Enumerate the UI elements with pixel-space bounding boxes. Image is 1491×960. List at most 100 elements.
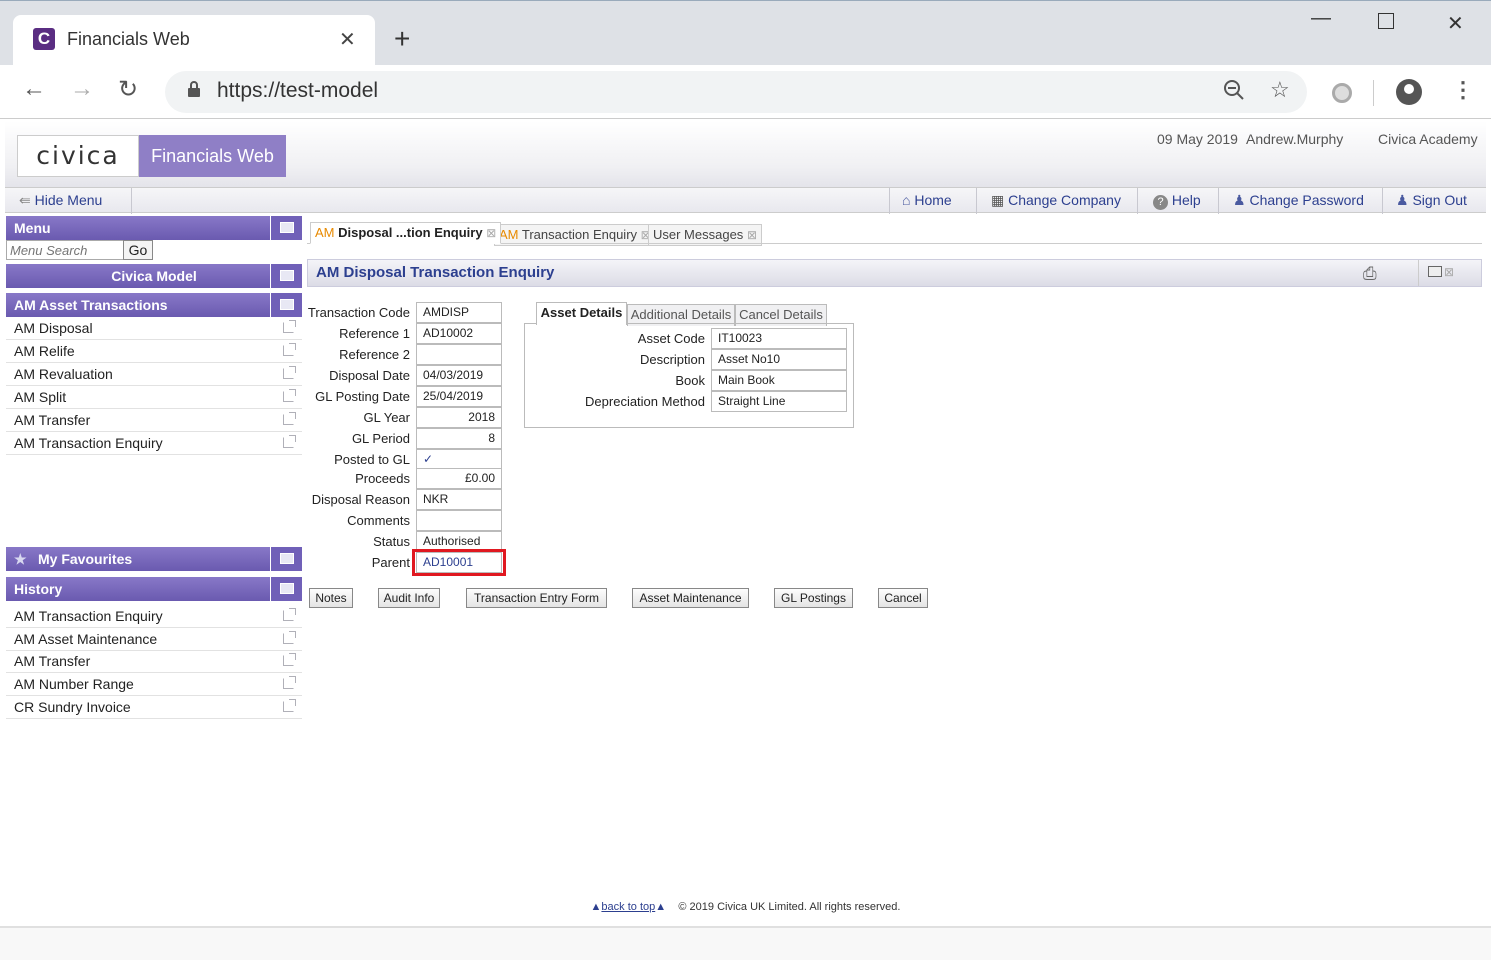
app-header: civica Financials Web 09 May 2019 Andrew…: [5, 121, 1486, 187]
home-button[interactable]: ⌂ Home: [902, 192, 952, 208]
history-item[interactable]: AM Asset Maintenance: [6, 628, 302, 651]
browser-tabstrip: C Financials Web ✕ + — ✕: [0, 0, 1491, 67]
print-icon[interactable]: ⎙: [1363, 264, 1377, 284]
copyright-text: © 2019 Civica UK Limited. All rights res…: [678, 901, 901, 913]
menu-search-go-button[interactable]: Go: [123, 240, 153, 260]
tab-close-icon[interactable]: ⊠: [747, 228, 757, 242]
window-close-icon[interactable]: ✕: [1447, 11, 1464, 36]
reload-icon[interactable]: ↻: [118, 75, 138, 104]
nav-divider: [131, 188, 132, 214]
comments-value: [416, 510, 502, 531]
gl-posting-date-value: 25/04/2019: [416, 386, 502, 407]
change-password-button[interactable]: ♟ Change Password: [1233, 192, 1364, 209]
new-tab-icon[interactable]: +: [394, 25, 410, 53]
open-external-icon[interactable]: [283, 608, 296, 621]
gl-year-value: 2018: [416, 407, 502, 428]
asset-code-value: IT10023: [711, 328, 847, 349]
menu-item-am-split[interactable]: AM Split: [6, 386, 302, 409]
tab-asset-details[interactable]: Asset Details: [536, 302, 627, 325]
menu-item-am-revaluation[interactable]: AM Revaluation: [6, 363, 302, 386]
tab-close-icon[interactable]: ⊠: [486, 226, 496, 240]
header-date: 09 May 2019: [1157, 131, 1238, 147]
back-to-top-link[interactable]: ▲back to top▲: [591, 901, 667, 913]
omnibox[interactable]: https://test-model ☆: [165, 71, 1307, 113]
nav-divider: [1382, 188, 1383, 214]
open-external-icon[interactable]: [283, 699, 296, 712]
back-icon[interactable]: ←: [22, 75, 46, 103]
nav-divider: [1218, 188, 1219, 214]
history-item[interactable]: CR Sundry Invoice: [6, 696, 302, 719]
maximize-icon[interactable]: [1378, 13, 1394, 29]
open-external-icon[interactable]: [283, 676, 296, 689]
history-header: History: [6, 577, 302, 601]
open-external-icon[interactable]: [283, 389, 296, 402]
panel-toggle-icon[interactable]: [270, 216, 302, 240]
window-options-icon[interactable]: [1428, 266, 1442, 277]
zoom-icon[interactable]: [1223, 79, 1245, 107]
company-model-header: Civica Model: [6, 264, 302, 288]
close-page-icon[interactable]: ⊠: [1444, 265, 1454, 279]
url-text[interactable]: https://test-model: [217, 79, 378, 103]
menu-item-am-transaction-enquiry[interactable]: AM Transaction Enquiry: [6, 432, 302, 455]
nav-divider: [1137, 188, 1138, 214]
civica-logo: civica: [17, 135, 139, 177]
bookmark-star-icon[interactable]: ☆: [1270, 77, 1290, 103]
forward-icon[interactable]: →: [70, 75, 94, 103]
asset-maintenance-button[interactable]: Asset Maintenance: [632, 588, 749, 608]
transaction-entry-form-button[interactable]: Transaction Entry Form: [466, 588, 607, 608]
gl-postings-button[interactable]: GL Postings: [774, 588, 853, 608]
open-external-icon[interactable]: [283, 320, 296, 333]
tab-disposal-enquiry[interactable]: AM Disposal ...tion Enquiry ⊠: [310, 222, 502, 244]
change-company-button[interactable]: ▦ Change Company: [991, 192, 1121, 209]
product-name: Financials Web: [139, 135, 286, 177]
browser-tab[interactable]: C Financials Web ✕: [13, 15, 375, 67]
panel-toggle-icon[interactable]: [270, 264, 302, 288]
open-external-icon[interactable]: [283, 653, 296, 666]
app-frame: civica Financials Web 09 May 2019 Andrew…: [5, 121, 1486, 926]
open-external-icon[interactable]: [283, 366, 296, 379]
hide-menu-button[interactable]: ⇚ Hide Menu: [19, 192, 102, 209]
menu-item-am-disposal[interactable]: AM Disposal: [6, 317, 302, 340]
description-value: Asset No10: [711, 349, 847, 370]
field-label: Disposal Reason: [311, 492, 410, 507]
notes-button[interactable]: Notes: [309, 588, 353, 608]
bottom-bar: [0, 926, 1491, 960]
menu-item-am-transfer[interactable]: AM Transfer: [6, 409, 302, 432]
field-label: Reference 2: [339, 347, 410, 362]
disposal-reason-value: NKR: [416, 489, 502, 510]
profile-avatar-icon[interactable]: [1396, 79, 1422, 105]
field-label: Parent: [371, 555, 410, 570]
nav-divider: [889, 188, 890, 214]
menu-search-input[interactable]: [6, 240, 124, 260]
nav-bar: ⇚ Hide Menu ⌂ Home ▦ Change Company ? He…: [5, 187, 1486, 214]
help-button[interactable]: ? Help: [1153, 192, 1201, 210]
field-label: Disposal Date: [329, 368, 410, 383]
asset-label: Book: [675, 373, 705, 388]
menu-item-am-relife[interactable]: AM Relife: [6, 340, 302, 363]
extension-icon[interactable]: [1332, 83, 1352, 103]
menu-header: Menu: [6, 216, 302, 240]
menu-section-header[interactable]: AM Asset Transactions: [6, 293, 302, 317]
open-external-icon[interactable]: [283, 631, 296, 644]
open-external-icon[interactable]: [283, 435, 296, 448]
favourites-header[interactable]: ★ My Favourites: [6, 547, 302, 571]
open-external-icon[interactable]: [283, 412, 296, 425]
menu-kebab-icon[interactable]: ⋮: [1452, 77, 1474, 103]
cancel-button[interactable]: Cancel: [878, 588, 928, 608]
audit-info-button[interactable]: Audit Info: [378, 588, 440, 608]
tab-title: Financials Web: [67, 29, 190, 49]
history-item[interactable]: AM Transfer: [6, 650, 302, 673]
panel-toggle-icon[interactable]: [270, 577, 302, 601]
close-tab-icon[interactable]: ✕: [339, 27, 356, 52]
minimize-icon[interactable]: —: [1311, 7, 1331, 30]
open-external-icon[interactable]: [283, 343, 296, 356]
user-key-icon: ♟: [1233, 192, 1246, 208]
history-item[interactable]: AM Transaction Enquiry: [6, 605, 302, 628]
disposal-date-value: 04/03/2019: [416, 365, 502, 386]
panel-toggle-icon[interactable]: [270, 547, 302, 571]
field-label: Proceeds: [355, 471, 410, 486]
history-item[interactable]: AM Number Range: [6, 673, 302, 696]
sign-out-button[interactable]: ♟ Sign Out: [1396, 192, 1467, 209]
footer: ▲back to top▲ © 2019 Civica UK Limited. …: [5, 901, 1486, 913]
panel-up-icon[interactable]: [270, 293, 302, 317]
